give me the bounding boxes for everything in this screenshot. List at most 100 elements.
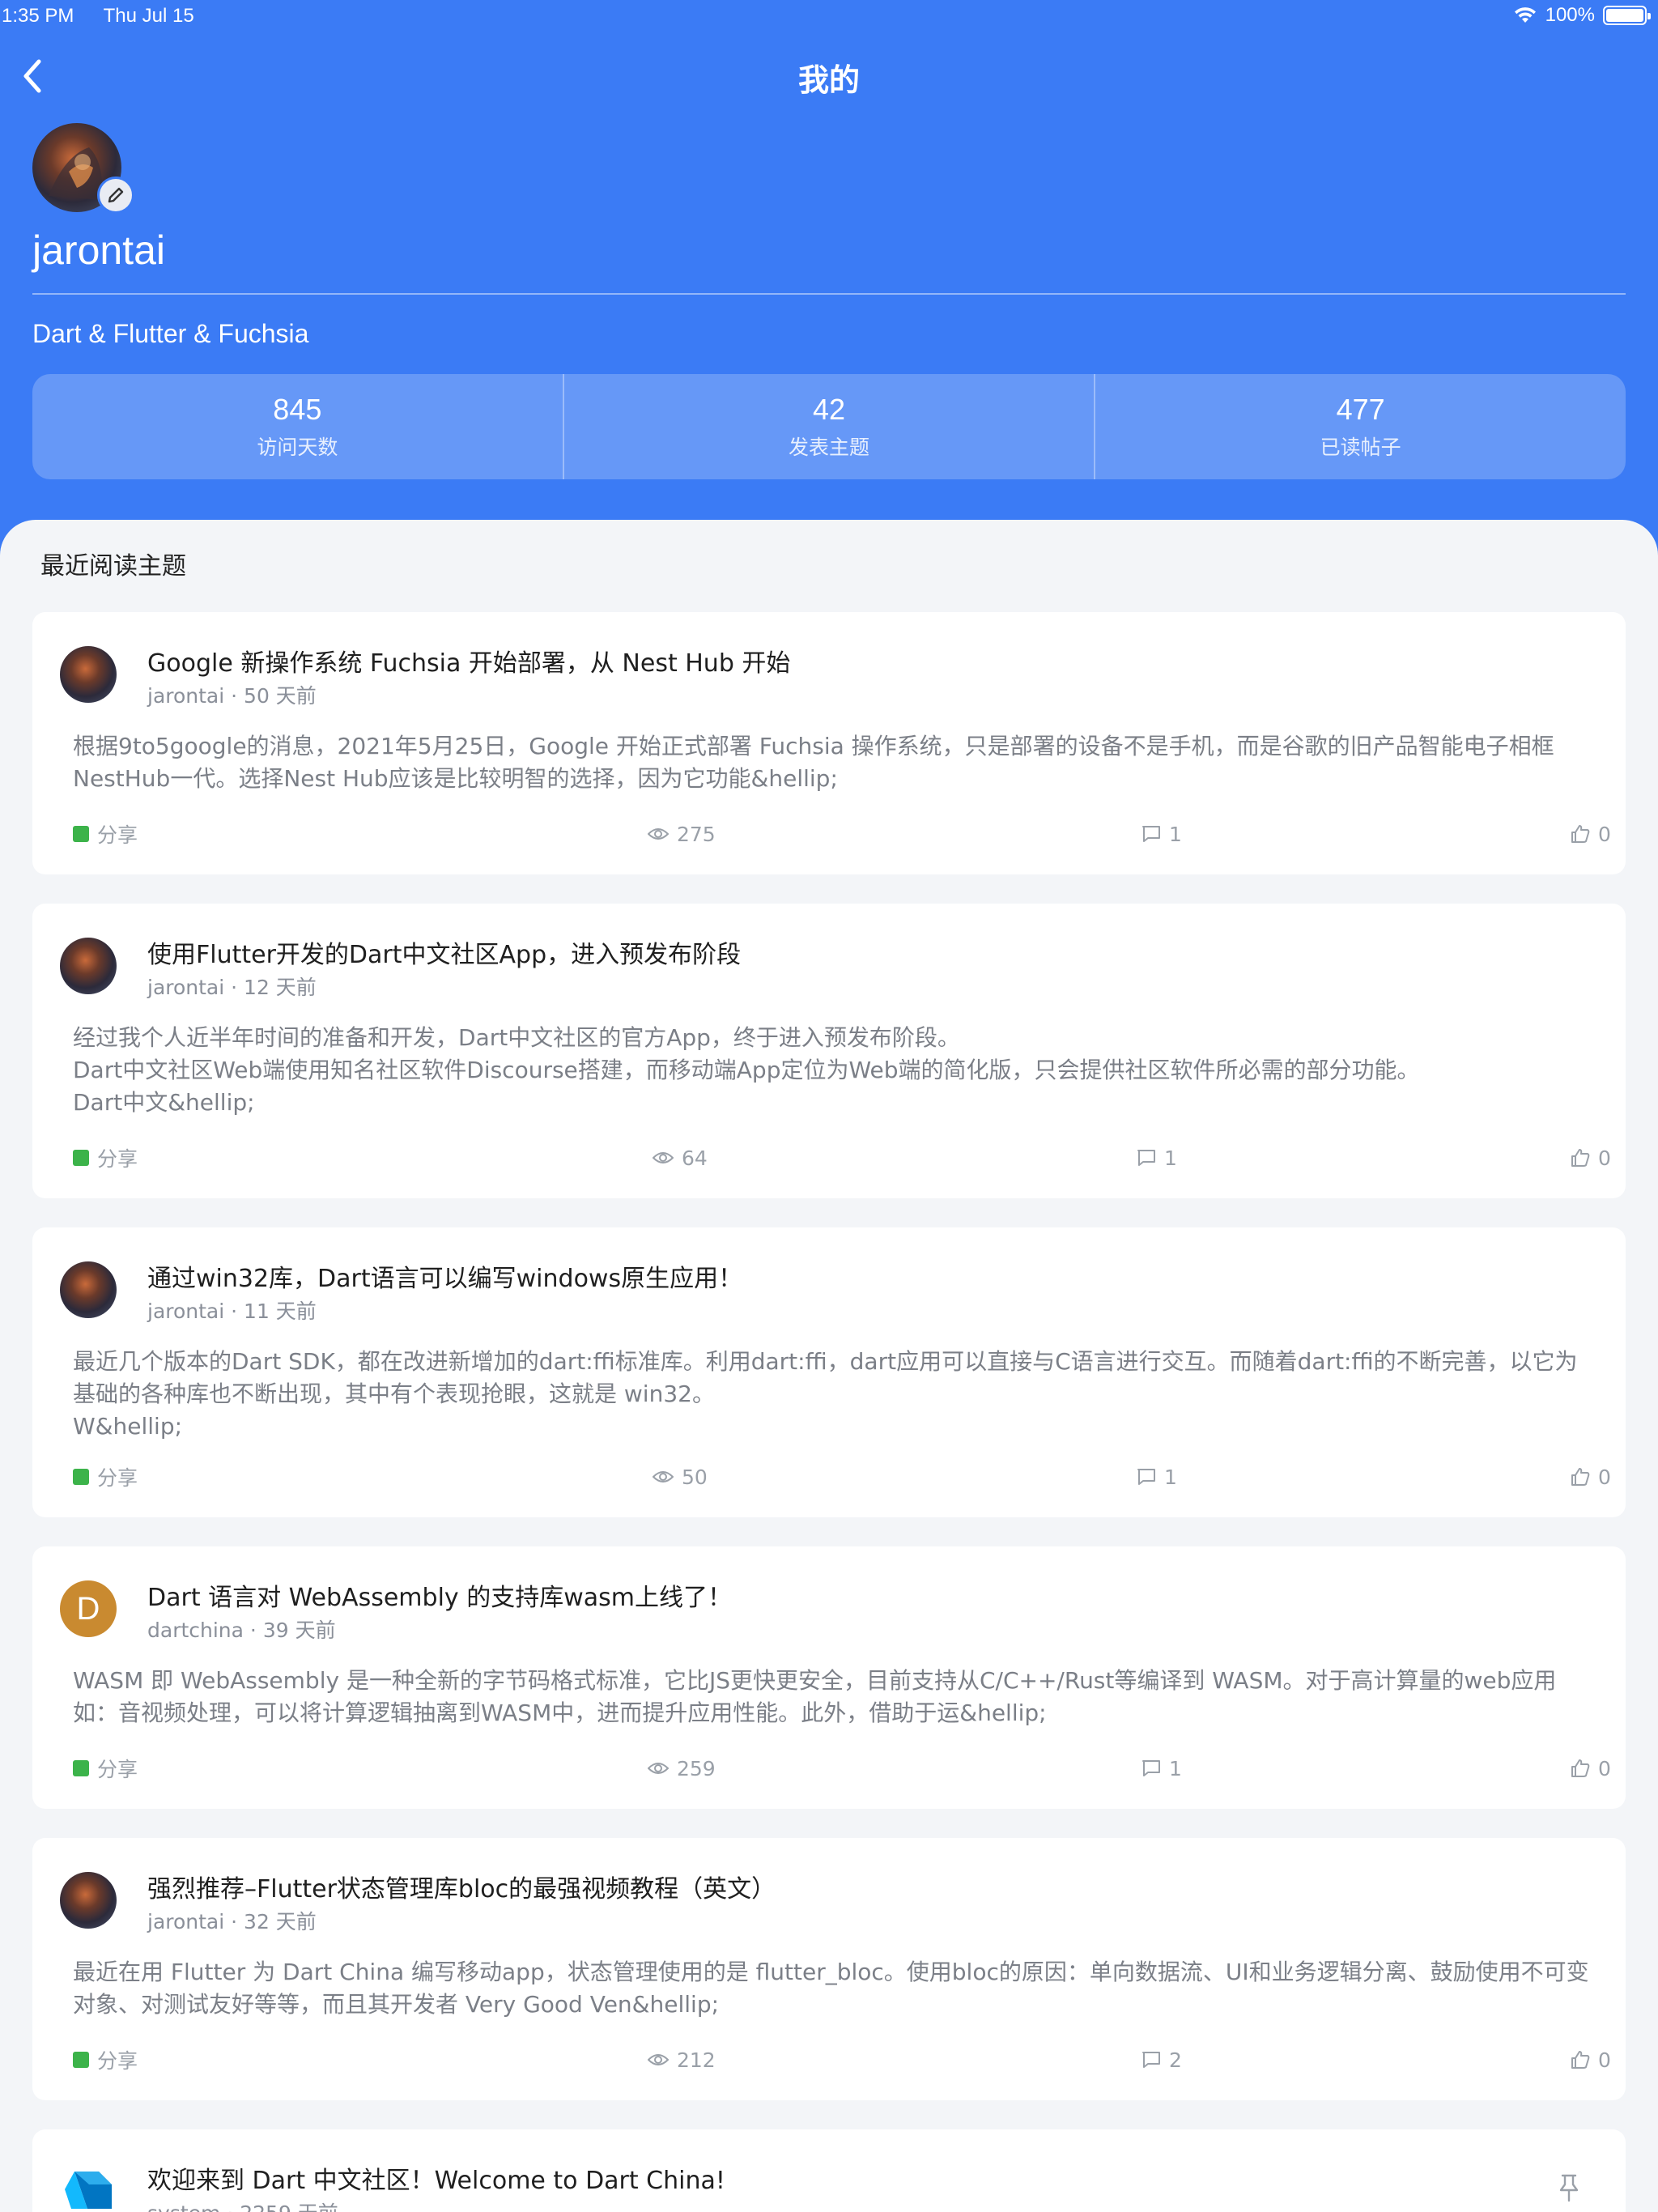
topic-title: 欢迎来到 Dart 中文社区！Welcome to Dart China! xyxy=(147,2167,725,2195)
topic-category[interactable]: 分享 xyxy=(73,819,138,849)
topic-time: 39 天前 xyxy=(262,1619,336,1642)
section-title: 最近阅读主题 xyxy=(40,552,186,581)
topic-category[interactable]: 分享 xyxy=(73,1143,138,1172)
eye-icon xyxy=(653,1471,674,1482)
topic-card[interactable]: 强烈推荐–Flutter状态管理库bloc的最强视频教程（英文） jaronta… xyxy=(32,1838,1626,2100)
topic-author: jarontai xyxy=(147,976,225,999)
category-label: 分享 xyxy=(97,1758,138,1781)
eye-icon xyxy=(653,1152,674,1163)
topic-card[interactable]: Google 新操作系统 Fuchsia 开始部署，从 Nest Hub 开始 … xyxy=(32,612,1626,874)
username: jarontai xyxy=(32,228,165,273)
likes-count: 0 xyxy=(1598,1756,1611,1780)
user-bio: Dart & Flutter & Fuchsia xyxy=(32,319,309,348)
topic-meta: jarontai · 12 天前 xyxy=(147,976,317,999)
replies-count: 2 xyxy=(1169,2048,1182,2072)
topic-likes[interactable]: 0 xyxy=(1571,2045,1611,2074)
comment-icon xyxy=(1142,826,1160,842)
views-count: 212 xyxy=(677,2048,716,2072)
battery-percent: 100% xyxy=(1545,4,1595,26)
replies-count: 1 xyxy=(1164,1465,1177,1489)
stats-panel: 845 访问天数 42 发表主题 477 已读帖子 xyxy=(32,374,1626,479)
views-count: 275 xyxy=(677,822,716,846)
battery-icon xyxy=(1603,6,1651,25)
eye-icon xyxy=(648,1763,669,1774)
replies-count: 1 xyxy=(1169,1756,1182,1780)
likes-count: 0 xyxy=(1598,1146,1611,1170)
stat-topics-posted[interactable]: 42 发表主题 xyxy=(564,374,1096,479)
topic-views: 259 xyxy=(648,1754,716,1783)
topic-card[interactable]: 通过win32库，Dart语言可以编写windows原生应用！ jarontai… xyxy=(32,1227,1626,1517)
category-color-icon xyxy=(73,826,89,842)
topic-likes[interactable]: 0 xyxy=(1571,819,1611,849)
replies-count: 1 xyxy=(1164,1146,1177,1170)
topic-title: Google 新操作系统 Fuchsia 开始部署，从 Nest Hub 开始 xyxy=(147,649,791,678)
author-avatar xyxy=(60,2163,117,2212)
topic-meta: jarontai · 32 天前 xyxy=(147,1910,317,1933)
likes-count: 0 xyxy=(1598,822,1611,846)
stat-label: 已读帖子 xyxy=(1320,436,1401,459)
topic-author: jarontai xyxy=(147,1910,225,1933)
pin-icon xyxy=(1559,2174,1579,2202)
stat-value: 845 xyxy=(273,393,322,426)
topic-category[interactable]: 分享 xyxy=(73,2045,138,2074)
dart-logo-icon xyxy=(65,2172,112,2209)
topic-category[interactable]: 分享 xyxy=(73,1754,138,1783)
category-label: 分享 xyxy=(97,1466,138,1490)
comment-icon xyxy=(1137,1469,1155,1485)
category-color-icon xyxy=(73,1760,89,1776)
topic-meta: dartchina · 39 天前 xyxy=(147,1619,336,1642)
topic-card-pinned[interactable]: 欢迎来到 Dart 中文社区！Welcome to Dart China! sy… xyxy=(32,2129,1626,2212)
topic-excerpt: 最近在用 Flutter 为 Dart China 编写移动app，状态管理使用… xyxy=(73,1959,1589,2018)
stat-posts-read[interactable]: 477 已读帖子 xyxy=(1095,374,1626,479)
eye-icon xyxy=(648,2054,669,2065)
topic-author: jarontai xyxy=(147,1300,225,1323)
status-bar: 1:35 PM Thu Jul 15 100% xyxy=(0,0,1658,32)
topic-author: jarontai xyxy=(147,684,225,708)
topic-footer: 分享 259 1 0 xyxy=(73,1754,1616,1783)
pencil-icon xyxy=(108,187,124,203)
topic-replies: 1 xyxy=(1141,1754,1182,1783)
thumbs-up-icon xyxy=(1571,1468,1590,1486)
topic-author: dartchina xyxy=(147,1619,244,1642)
comment-icon xyxy=(1137,1150,1155,1166)
status-date: Thu Jul 15 xyxy=(103,5,194,27)
likes-count: 0 xyxy=(1598,1465,1611,1489)
category-label: 分享 xyxy=(97,2049,138,2073)
topic-likes[interactable]: 0 xyxy=(1571,1143,1611,1172)
author-avatar xyxy=(60,1872,117,1929)
stat-label: 发表主题 xyxy=(789,436,870,459)
topic-excerpt: 最近几个版本的Dart SDK，都在改进新增加的dart:ffi标准库。利用da… xyxy=(73,1348,1578,1440)
topic-excerpt: WASM 即 WebAssembly 是一种全新的字节码格式标准，它比JS更快更… xyxy=(73,1667,1557,1726)
eye-icon xyxy=(648,828,669,840)
topic-replies: 1 xyxy=(1137,1462,1177,1491)
topic-likes[interactable]: 0 xyxy=(1571,1462,1611,1491)
edit-avatar-button[interactable] xyxy=(97,177,134,214)
topic-time: 11 天前 xyxy=(244,1300,317,1323)
topic-replies: 2 xyxy=(1141,2045,1182,2074)
topic-card[interactable]: 使用Flutter开发的Dart中文社区App，进入预发布阶段 jarontai… xyxy=(32,904,1626,1198)
topic-footer: 分享 64 1 0 xyxy=(73,1143,1616,1172)
topic-title: 通过win32库，Dart语言可以编写windows原生应用！ xyxy=(147,1265,743,1293)
wifi-icon xyxy=(1514,7,1536,23)
stat-visit-days[interactable]: 845 访问天数 xyxy=(32,374,564,479)
topic-card[interactable]: D Dart 语言对 WebAssembly 的支持库wasm上线了！ dart… xyxy=(32,1546,1626,1809)
topic-title: Dart 语言对 WebAssembly 的支持库wasm上线了！ xyxy=(147,1584,732,1612)
comment-icon xyxy=(1142,1760,1160,1776)
topic-footer: 分享 275 1 0 xyxy=(73,819,1616,849)
topic-likes[interactable]: 0 xyxy=(1571,1754,1611,1783)
topic-views: 275 xyxy=(648,819,716,849)
recent-topics-panel: 最近阅读主题 Google 新操作系统 Fuchsia 开始部署，从 Nest … xyxy=(0,520,1658,2212)
topic-footer: 分享 212 2 0 xyxy=(73,2045,1616,2074)
topic-replies: 1 xyxy=(1141,819,1182,849)
topic-excerpt: 经过我个人近半年时间的准备和开发，Dart中文社区的官方App，终于进入预发布阶… xyxy=(73,1024,1420,1116)
topic-meta: jarontai · 11 天前 xyxy=(147,1300,317,1323)
topic-category[interactable]: 分享 xyxy=(73,1462,138,1491)
topic-views: 212 xyxy=(648,2045,716,2074)
likes-count: 0 xyxy=(1598,2048,1611,2072)
topic-footer: 分享 50 1 0 xyxy=(73,1462,1616,1491)
author-avatar: D xyxy=(60,1580,117,1637)
stat-value: 42 xyxy=(812,393,846,426)
category-label: 分享 xyxy=(97,823,138,847)
divider xyxy=(32,293,1626,295)
thumbs-up-icon xyxy=(1571,825,1590,843)
